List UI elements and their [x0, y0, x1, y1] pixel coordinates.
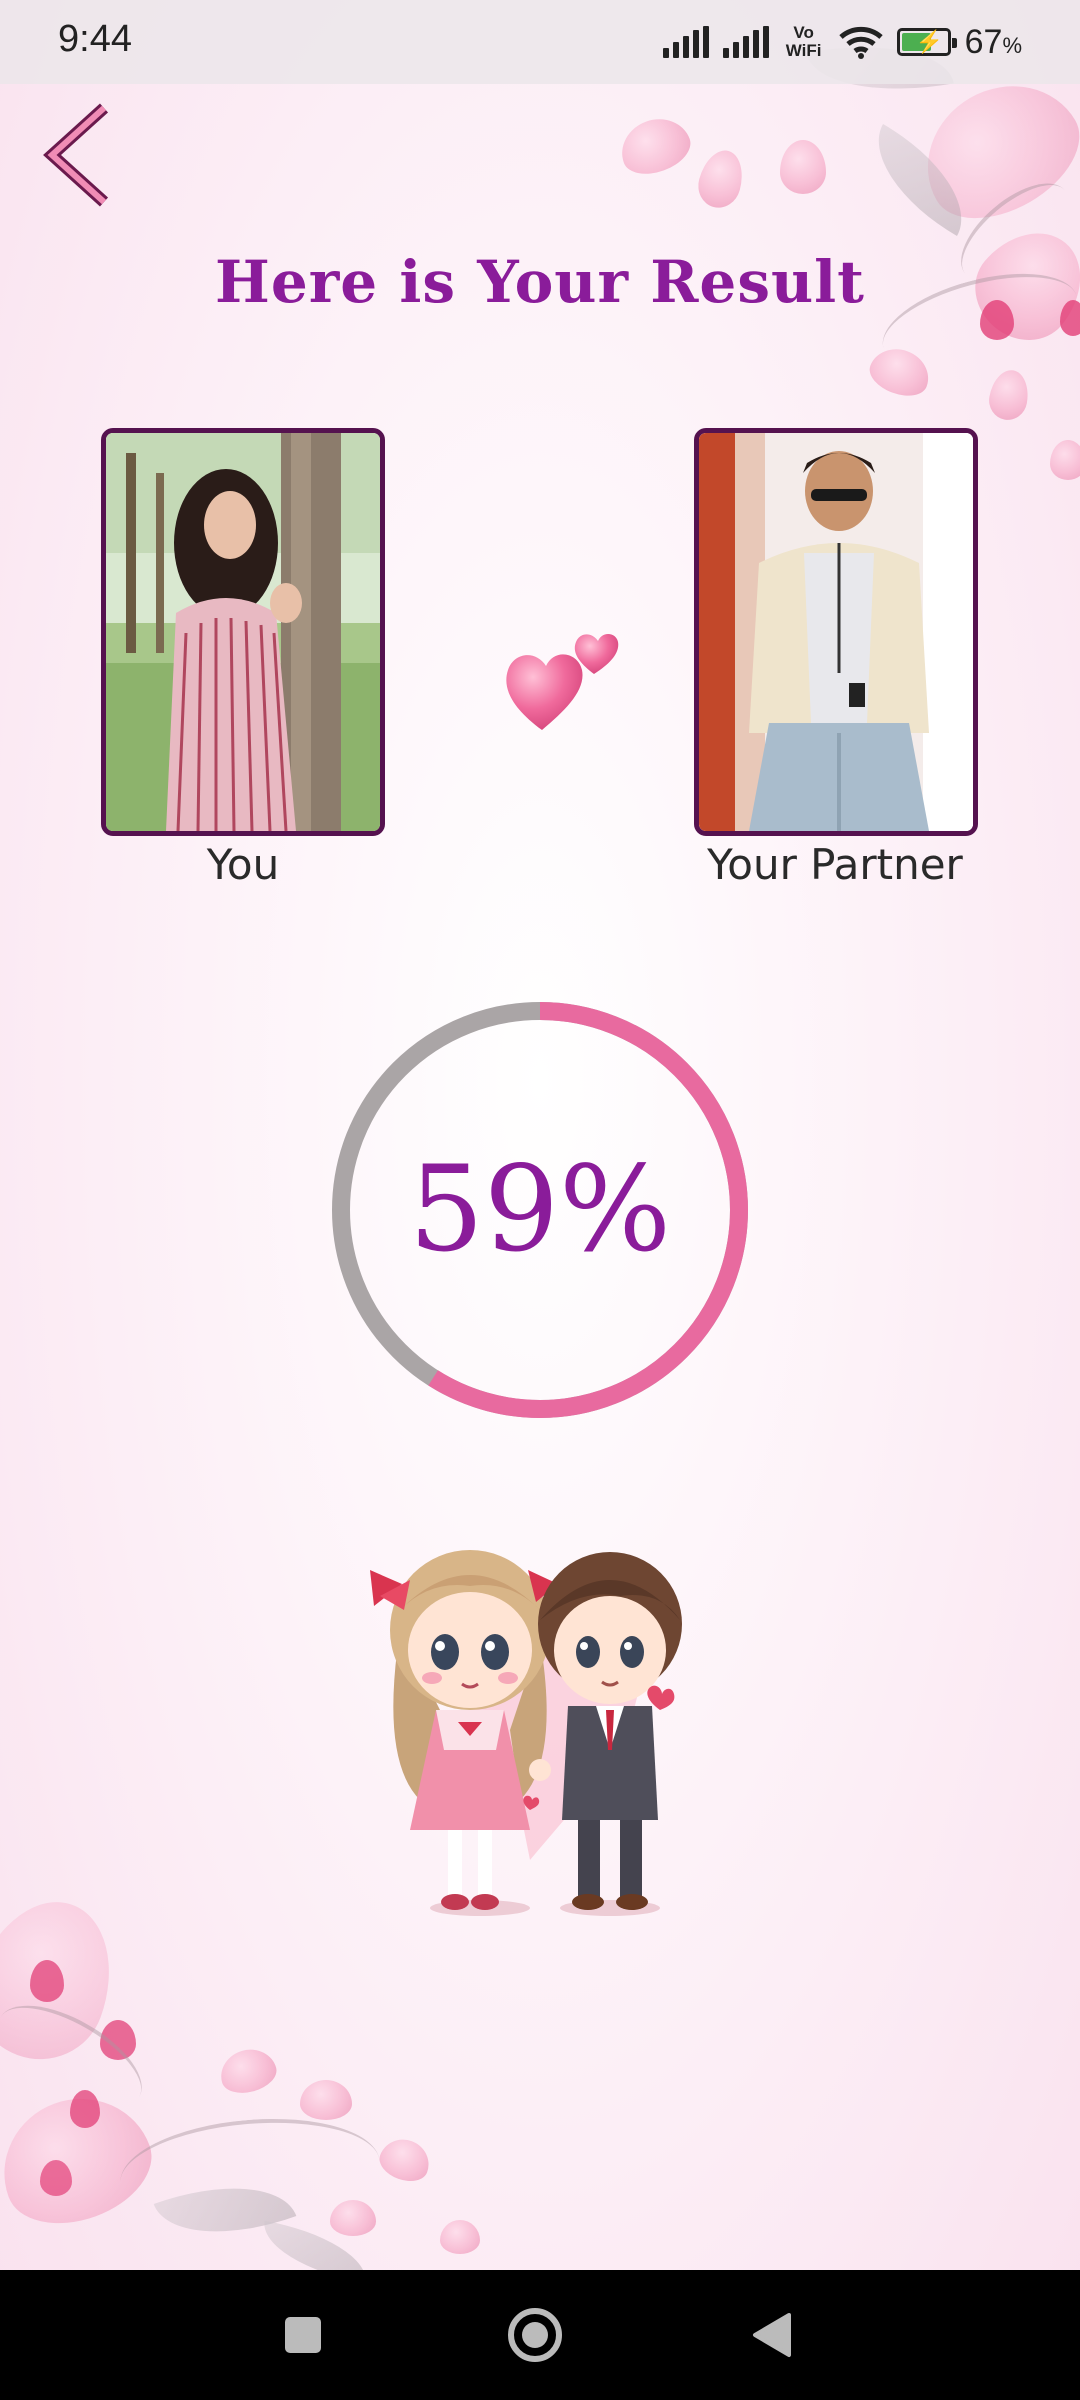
partner-photo-image	[699, 433, 973, 831]
vowifi-icon: Vo WiFi	[783, 24, 825, 60]
recents-square-icon	[285, 2317, 321, 2353]
chevron-left-icon	[43, 103, 109, 207]
home-circle-icon	[508, 2308, 562, 2362]
vowifi-line1: Vo	[793, 23, 814, 42]
status-bar: 9:44 Vo WiFi ⚡ 67%	[0, 0, 1080, 84]
couple-illustration	[370, 1550, 682, 1916]
status-time: 9:44	[58, 18, 132, 60]
compatibility-percent: 59%	[408, 1140, 672, 1278]
you-photo-image	[106, 433, 380, 831]
battery-charging-icon: ⚡	[896, 28, 957, 56]
recents-button[interactable]	[268, 2300, 338, 2370]
battery-percent-value: 67	[964, 22, 1003, 61]
back-triangle-icon	[753, 2313, 791, 2357]
system-back-button[interactable]	[736, 2300, 806, 2370]
charging-bolt-icon: ⚡	[915, 29, 944, 54]
home-button[interactable]	[500, 2300, 570, 2370]
app-screen: 9:44 Vo WiFi ⚡ 67% Here is Your Result Y…	[0, 0, 1080, 2400]
wifi-icon	[838, 26, 883, 59]
you-photo[interactable]	[101, 428, 385, 836]
page-title: Here is Your Result	[215, 248, 865, 316]
partner-photo[interactable]	[694, 428, 978, 836]
battery-percent: 67%	[965, 23, 1022, 62]
status-icons: Vo WiFi ⚡ 67%	[662, 16, 1022, 68]
vowifi-line2: WiFi	[785, 41, 822, 60]
you-label: You	[206, 840, 280, 889]
system-nav-bar	[0, 2270, 1080, 2400]
signal-icon	[722, 26, 769, 58]
partner-label: Your Partner	[707, 840, 963, 889]
back-button[interactable]	[38, 100, 118, 210]
signal-icon	[662, 26, 709, 58]
battery-percent-sign: %	[1002, 32, 1022, 58]
hearts-icon	[506, 633, 619, 730]
